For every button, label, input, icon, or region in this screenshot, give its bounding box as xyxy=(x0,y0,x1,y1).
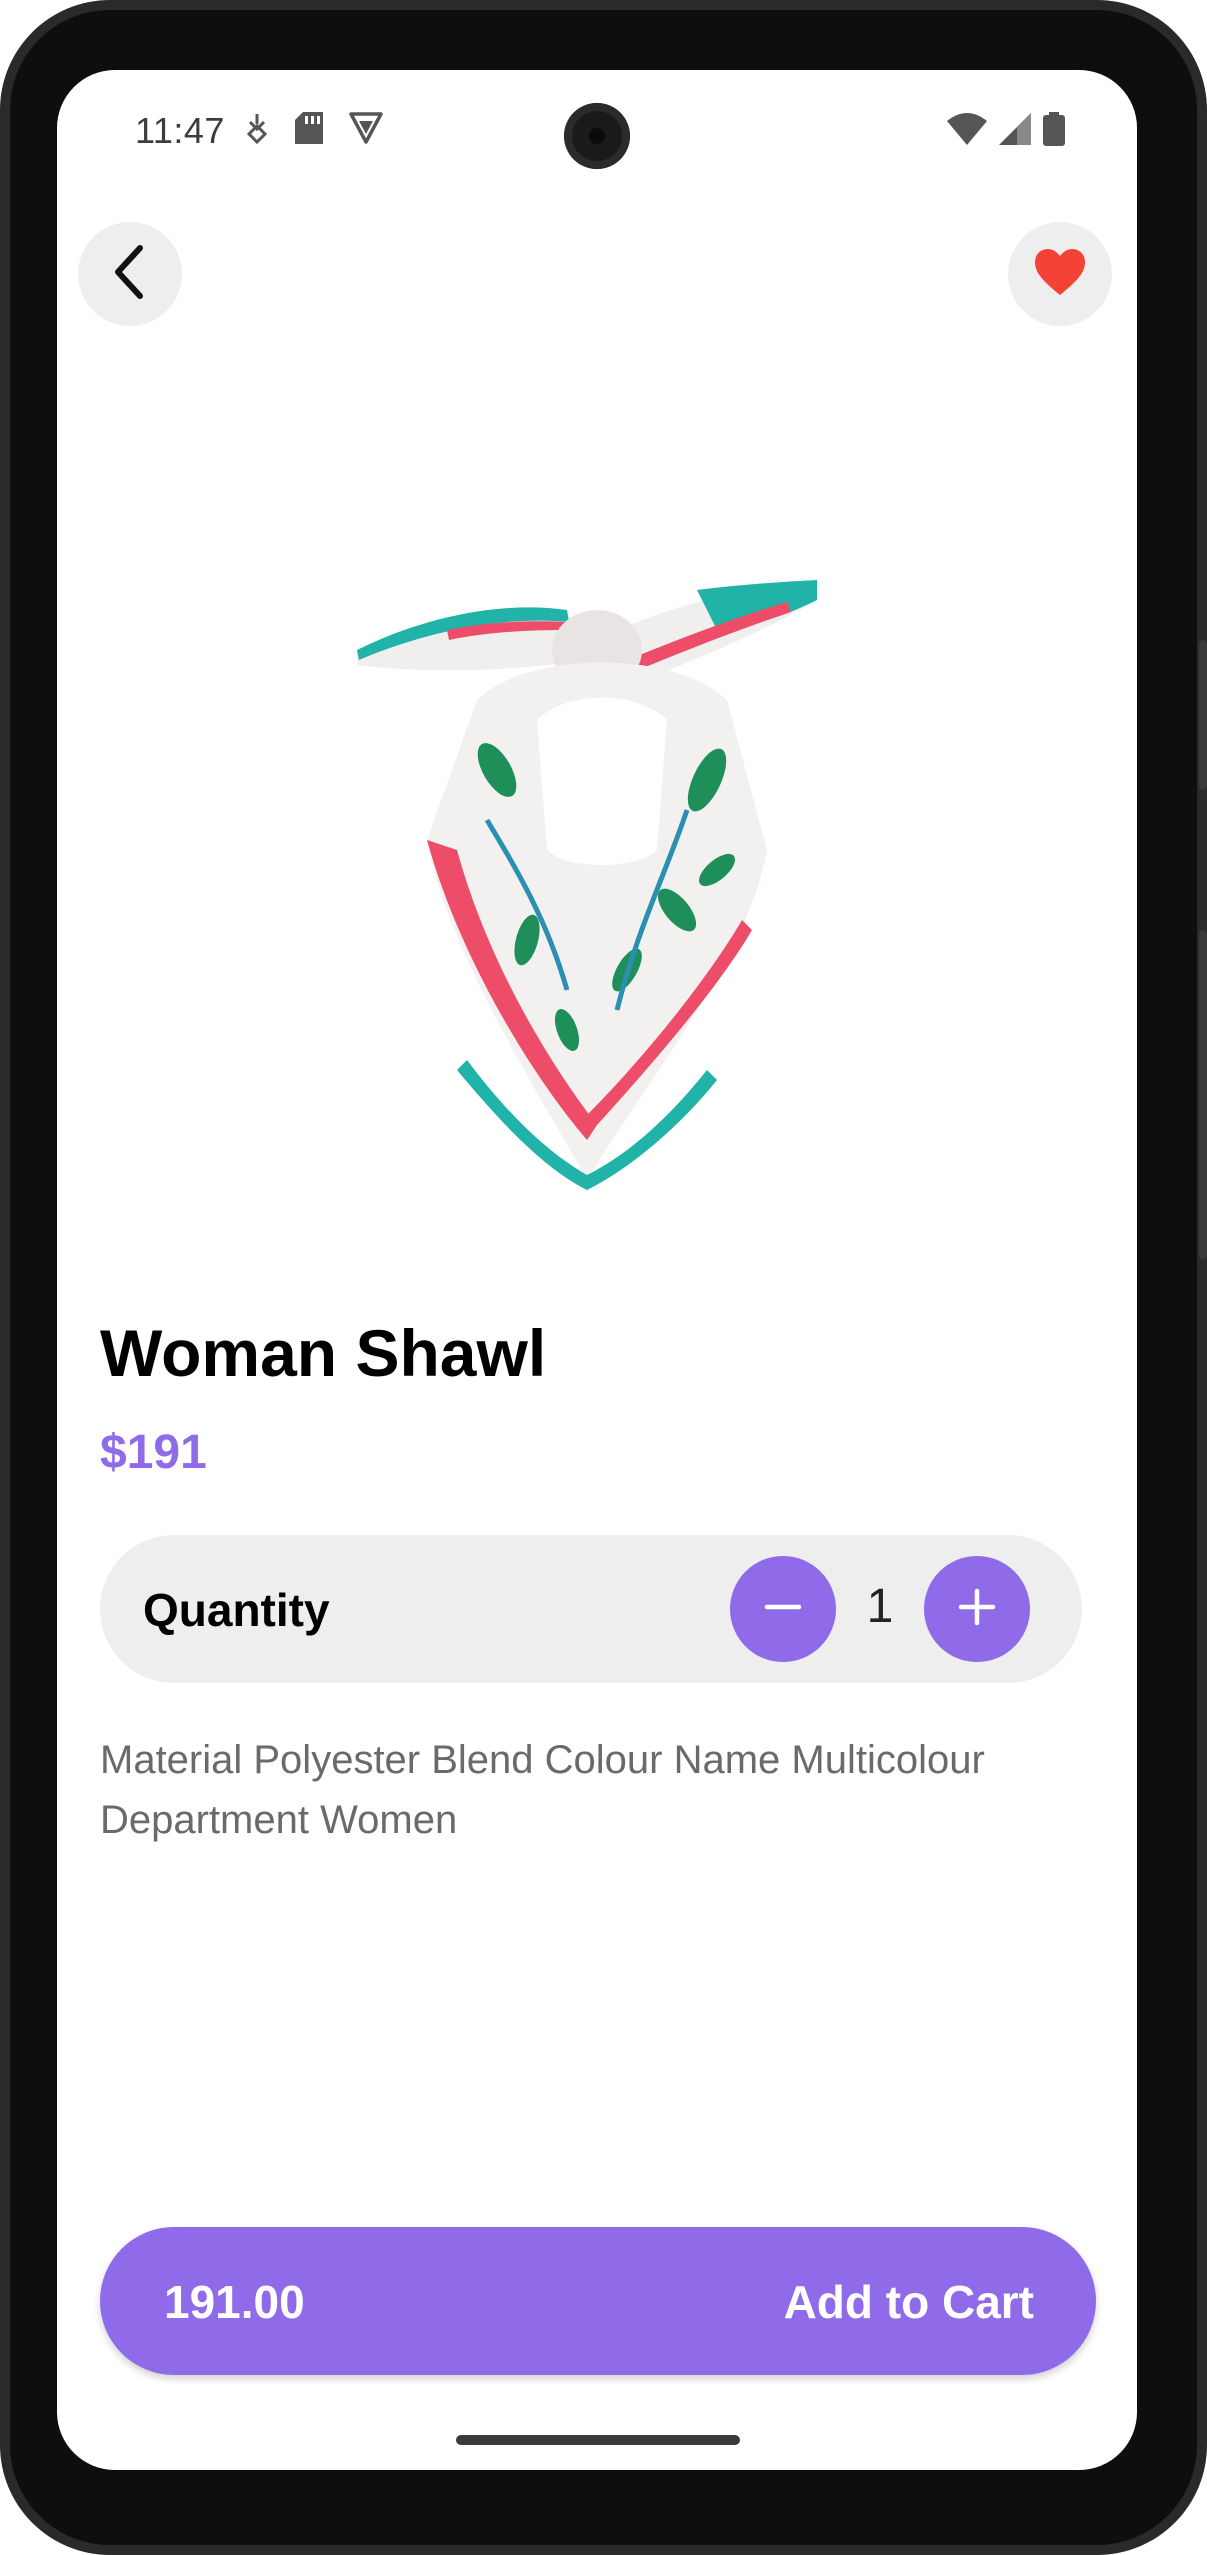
cellular-signal-icon xyxy=(999,113,1031,150)
product-image xyxy=(297,490,897,1210)
product-title: Woman Shawl xyxy=(100,1316,547,1390)
chevron-left-icon xyxy=(110,244,150,305)
minus-icon xyxy=(763,1587,803,1632)
increase-quantity-button[interactable] xyxy=(924,1556,1030,1662)
back-button[interactable] xyxy=(78,222,182,326)
wifi-icon xyxy=(947,113,987,150)
quantity-label: Quantity xyxy=(143,1584,330,1636)
home-indicator[interactable] xyxy=(456,2435,740,2445)
sd-card-icon xyxy=(295,112,323,149)
cart-total: 191.00 xyxy=(164,2276,305,2328)
status-time: 11:47 xyxy=(135,110,225,151)
app-screen: 11:47 Woman Shawl $191 Quantity 1 Materi… xyxy=(57,70,1137,2470)
heart-icon xyxy=(1033,247,1087,302)
status-icons-right xyxy=(947,112,1065,151)
product-description: Material Polyester Blend Colour Name Mul… xyxy=(100,1738,985,1842)
quantity-value: 1 xyxy=(866,1580,894,1633)
device-power-button xyxy=(1199,640,1207,790)
pulse-icon xyxy=(245,112,269,149)
front-camera xyxy=(564,103,630,169)
plus-icon xyxy=(957,1587,997,1632)
product-price: $191 xyxy=(100,1426,207,1479)
device-frame: 11:47 Woman Shawl $191 Quantity 1 Materi… xyxy=(0,0,1207,2555)
quantity-selector: Quantity 1 xyxy=(100,1535,1082,1683)
device-volume-button xyxy=(1199,930,1207,1260)
favorite-button[interactable] xyxy=(1008,222,1112,326)
decrease-quantity-button[interactable] xyxy=(730,1556,836,1662)
vpn-shield-icon xyxy=(349,112,383,149)
add-to-cart-label: Add to Cart xyxy=(783,2276,1034,2328)
status-icons-left xyxy=(245,112,383,149)
add-to-cart-button[interactable]: 191.00 Add to Cart xyxy=(100,2227,1096,2375)
battery-icon xyxy=(1043,112,1065,151)
